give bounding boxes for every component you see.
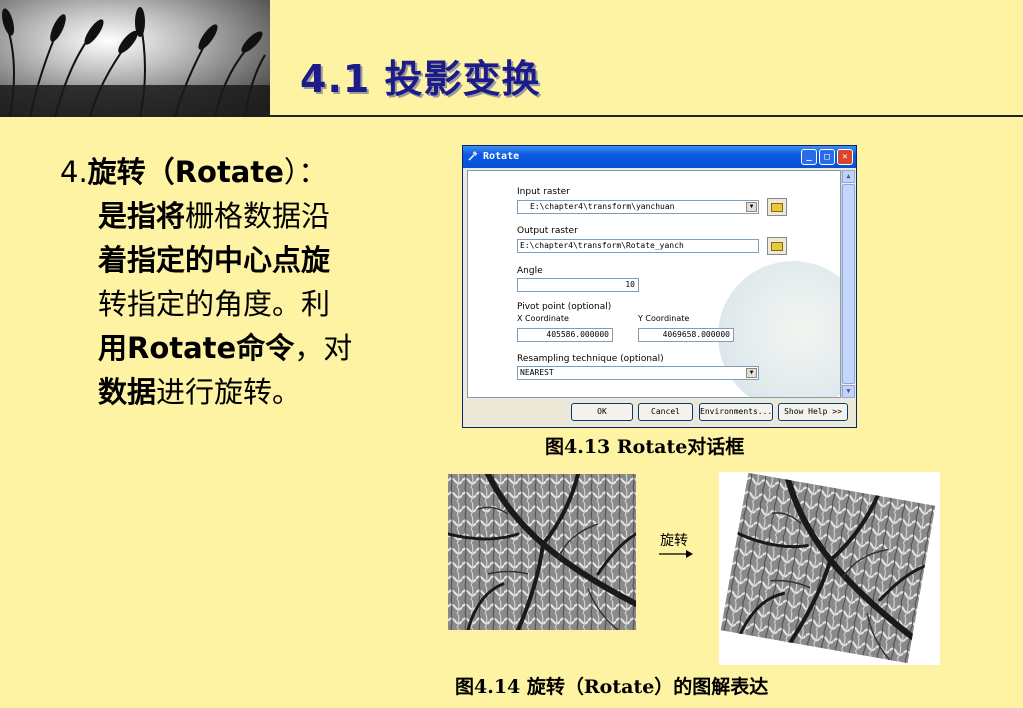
rotated-raster-image xyxy=(720,472,936,664)
minimize-button[interactable]: _ xyxy=(801,149,817,165)
resampling-label: Resampling technique (optional) xyxy=(517,354,664,364)
scroll-up-icon[interactable]: ▲ xyxy=(842,170,855,183)
show-help-button[interactable]: Show Help >> xyxy=(778,403,848,421)
resampling-value: NEAREST xyxy=(520,368,554,377)
x-coordinate-label: X Coordinate xyxy=(517,314,569,323)
body-line-2-bold: 是指将 xyxy=(98,199,186,233)
y-coordinate-input[interactable]: 4069658.000000 xyxy=(638,328,734,342)
body-colon: ）： xyxy=(283,155,328,189)
scroll-down-icon[interactable]: ▼ xyxy=(842,385,855,398)
body-line-2: 是指将栅格数据沿 xyxy=(60,194,405,238)
body-line-5: 用Rotate命令，对 xyxy=(60,326,405,370)
input-raster-value: E:\chapter4\transform\yanchuan xyxy=(530,202,675,211)
input-raster-combo[interactable]: E:\chapter4\transform\yanchuan ▼ xyxy=(517,200,759,214)
rotated-raster-frame xyxy=(719,472,940,665)
arrow-right-icon xyxy=(659,550,693,558)
header-wheat-photo xyxy=(0,0,270,117)
maximize-button[interactable]: □ xyxy=(819,149,835,165)
body-line-4: 转指定的角度。利 xyxy=(98,287,331,321)
chevron-down-icon[interactable]: ▼ xyxy=(746,202,757,212)
body-term-rotate-cn: 旋转（ xyxy=(87,155,175,189)
resampling-select[interactable]: NEAREST ▼ xyxy=(517,366,759,380)
pivot-point-label: Pivot point (optional) xyxy=(517,302,612,312)
original-raster-image xyxy=(448,474,636,630)
figure-caption-4-14: 图4.14 旋转（Rotate）的图解表达 xyxy=(455,676,769,698)
body-term-rotate-en: Rotate xyxy=(174,155,284,189)
figure-caption-4-13: 图4.13 Rotate对话框 xyxy=(545,436,745,458)
output-raster-browse-button[interactable] xyxy=(767,237,787,255)
angle-input[interactable]: 10 xyxy=(517,278,639,292)
arrow-label: 旋转 xyxy=(660,533,688,549)
vertical-scrollbar[interactable]: ▲ ▼ xyxy=(841,170,855,398)
input-raster-label: Input raster xyxy=(517,187,570,197)
angle-label: Angle xyxy=(517,266,543,276)
body-text: 4.旋转（Rotate）： 是指将栅格数据沿 着指定的中心点旋 转指定的角度。利… xyxy=(60,150,405,414)
environments-button[interactable]: Environments... xyxy=(699,403,773,421)
body-line-5-rest: ，对 xyxy=(294,331,353,365)
output-raster-input[interactable]: E:\chapter4\transform\Rotate_yanch xyxy=(517,239,759,253)
dialog-title: Rotate xyxy=(483,151,520,162)
body-line-6: 数据进行旋转。 xyxy=(60,370,405,414)
folder-open-icon xyxy=(771,203,783,212)
scroll-thumb[interactable] xyxy=(842,184,855,384)
cancel-button[interactable]: Cancel xyxy=(638,403,693,421)
body-line-2-rest: 栅格数据沿 xyxy=(185,199,331,233)
title-rule xyxy=(270,115,1023,117)
body-number: 4. xyxy=(60,155,88,189)
dialog-form-panel: Input raster E:\chapter4\transform\yanch… xyxy=(467,170,841,398)
input-raster-browse-button[interactable] xyxy=(767,198,787,216)
rotate-dialog: Rotate _ □ ✕ Input raster E:\chapter4\tr… xyxy=(462,145,857,428)
body-line-6-bold: 数据 xyxy=(98,375,157,409)
slide-title: 4.1 投影变换 xyxy=(300,57,541,101)
y-coordinate-label: Y Coordinate xyxy=(638,314,690,323)
x-coordinate-input[interactable]: 405586.000000 xyxy=(517,328,613,342)
ok-button[interactable]: OK xyxy=(571,403,633,421)
body-line-5-bold: 用Rotate命令 xyxy=(98,331,295,365)
close-button[interactable]: ✕ xyxy=(837,149,853,165)
body-line-3: 着指定的中心点旋 xyxy=(98,243,331,277)
hammer-icon xyxy=(468,151,478,161)
body-line-6-rest: 进行旋转。 xyxy=(156,375,302,409)
chevron-down-icon[interactable]: ▼ xyxy=(746,368,757,378)
dialog-titlebar[interactable]: Rotate _ □ ✕ xyxy=(463,146,856,168)
folder-open-icon xyxy=(771,242,783,251)
output-raster-label: Output raster xyxy=(517,226,578,236)
